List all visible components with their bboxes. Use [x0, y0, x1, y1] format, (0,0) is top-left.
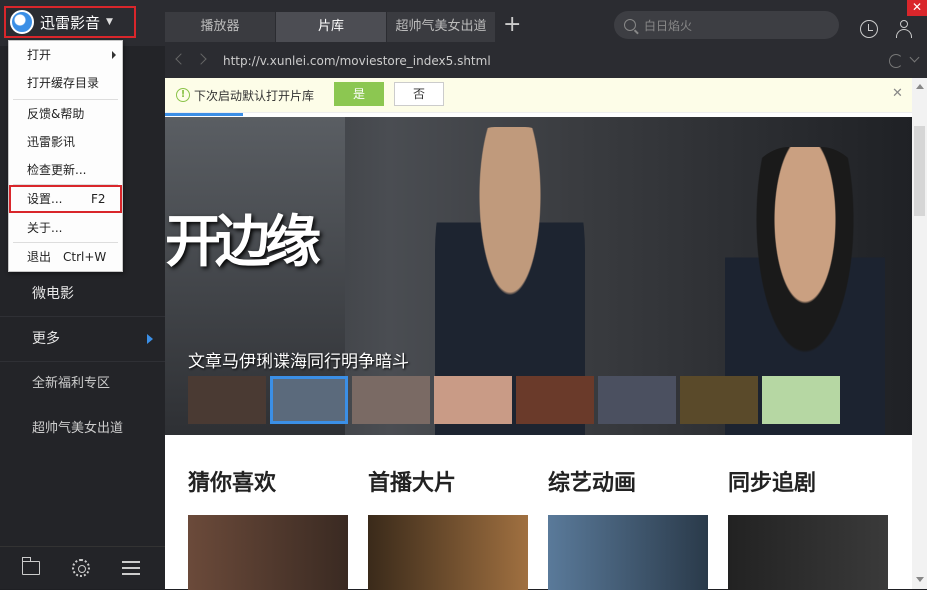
chevron-right-icon — [112, 51, 116, 59]
menu-item-feedback[interactable]: 反馈&帮助 — [9, 100, 122, 128]
movie-poster[interactable] — [368, 515, 528, 590]
back-icon[interactable] — [175, 53, 187, 65]
banner-thumb-selected[interactable] — [270, 376, 348, 424]
new-tab-button[interactable]: + — [503, 12, 521, 37]
menu-item-label: 关于... — [27, 221, 63, 235]
menu-item-open-cache[interactable]: 打开缓存目录 — [9, 69, 122, 97]
menu-item-about[interactable]: 关于... — [9, 214, 122, 242]
no-button[interactable]: 否 — [394, 82, 444, 106]
forward-icon[interactable] — [195, 53, 207, 65]
vertical-scrollbar[interactable] — [912, 78, 927, 589]
banner-caption[interactable]: 文章马伊琍谍海同行明争暗斗 — [188, 347, 409, 372]
refresh-icon[interactable] — [889, 54, 903, 68]
app-menu-button[interactable]: 迅雷影音 ▼ — [4, 6, 136, 38]
search-icon — [624, 19, 636, 31]
history-icon[interactable] — [860, 20, 878, 38]
section-variety-anime: 综艺动画 — [548, 465, 636, 497]
tab-player[interactable]: 播放器 — [165, 12, 275, 42]
category-sections: 猜你喜欢 首播大片 综艺动画 同步追剧 — [165, 435, 912, 590]
sidebar-item-more[interactable]: 更多 — [0, 317, 165, 361]
banner-thumb[interactable] — [516, 376, 594, 424]
banner-thumb[interactable] — [762, 376, 840, 424]
section-title[interactable]: 猜你喜欢 — [188, 465, 276, 497]
scroll-down-icon[interactable] — [916, 577, 924, 582]
hero-banner[interactable]: 开边缘 文章马伊琍谍海同行明争暗斗 — [165, 117, 912, 435]
close-window-button[interactable]: ✕ — [907, 0, 927, 16]
user-icon[interactable] — [895, 20, 913, 38]
menu-item-open[interactable]: 打开 — [9, 41, 122, 69]
folder-icon[interactable] — [21, 557, 40, 575]
app-dropdown-menu: 打开 打开缓存目录 反馈&帮助 迅雷影讯 检查更新... 设置... F2 关于… — [8, 40, 123, 272]
menu-item-label: 退出 — [27, 250, 52, 264]
chevron-down-icon[interactable] — [909, 52, 920, 63]
info-icon: ! — [176, 88, 190, 102]
sidebar-item-debut[interactable]: 超帅气美女出道 — [0, 407, 165, 451]
sidebar-toolbar — [0, 546, 165, 589]
section-title[interactable]: 综艺动画 — [548, 465, 636, 497]
sidebar-item-label: 全新福利专区 — [32, 376, 111, 391]
banner-title: 开边缘 — [165, 209, 321, 275]
loading-indicator — [165, 113, 243, 116]
scroll-up-icon[interactable] — [916, 84, 924, 89]
menu-item-check-update[interactable]: 检查更新... — [9, 156, 122, 184]
movie-poster[interactable] — [188, 515, 348, 590]
menu-item-label: 打开缓存目录 — [27, 76, 100, 90]
address-bar: http://v.xunlei.com/moviestore_index5.sh… — [165, 46, 927, 78]
banner-thumb[interactable] — [434, 376, 512, 424]
close-icon[interactable]: ✕ — [892, 86, 903, 101]
main-content: http://v.xunlei.com/moviestore_index5.sh… — [165, 46, 927, 590]
xunlei-logo-icon — [10, 10, 34, 34]
section-guess-you-like: 猜你喜欢 — [188, 465, 276, 497]
banner-thumbnails — [188, 376, 840, 424]
menu-item-label: 反馈&帮助 — [27, 107, 85, 121]
list-icon[interactable] — [122, 561, 140, 575]
menu-item-label: 打开 — [27, 48, 52, 62]
sidebar-item-label: 微电影 — [32, 286, 74, 302]
menu-item-exit[interactable]: 退出 Ctrl+W — [9, 243, 122, 271]
banner-thumb[interactable] — [188, 376, 266, 424]
menu-item-shortcut: F2 — [91, 192, 106, 206]
section-sync-drama: 同步追剧 — [728, 465, 816, 497]
scroll-thumb[interactable] — [914, 126, 925, 216]
sidebar-item-welfare[interactable]: 全新福利专区 — [0, 362, 165, 406]
sidebar-item-label: 更多 — [32, 331, 60, 347]
chevron-right-icon — [147, 334, 153, 344]
url-field[interactable]: http://v.xunlei.com/moviestore_index5.sh… — [223, 54, 491, 68]
sidebar-item-micro-film[interactable]: 微电影 — [0, 272, 165, 316]
tab-page[interactable]: 超帅气美女出道 — [387, 12, 495, 42]
notice-text: 下次启动默认打开片库 — [194, 89, 315, 103]
gear-icon[interactable] — [72, 559, 90, 577]
section-title[interactable]: 同步追剧 — [728, 465, 816, 497]
menu-item-label: 迅雷影讯 — [27, 135, 76, 149]
menu-item-label: 设置... — [27, 192, 63, 206]
search-box[interactable]: 白日焰火 — [614, 11, 839, 39]
chevron-down-icon: ▼ — [106, 17, 113, 27]
menu-item-label: 检查更新... — [27, 163, 87, 177]
movie-poster[interactable] — [548, 515, 708, 590]
title-bar: 迅雷影音 ▼ 播放器 片库 超帅气美女出道 + 白日焰火 ✕ — [0, 0, 927, 46]
banner-thumb[interactable] — [352, 376, 430, 424]
menu-item-shortcut: Ctrl+W — [63, 250, 107, 264]
section-title[interactable]: 首播大片 — [368, 465, 456, 497]
banner-thumb[interactable] — [680, 376, 758, 424]
sidebar-item-label: 超帅气美女出道 — [32, 421, 124, 436]
yes-button[interactable]: 是 — [334, 82, 384, 106]
section-premiere: 首播大片 — [368, 465, 456, 497]
menu-item-news[interactable]: 迅雷影讯 — [9, 128, 122, 156]
search-input[interactable]: 白日焰火 — [644, 17, 692, 34]
menu-item-settings[interactable]: 设置... F2 — [9, 185, 122, 213]
movie-poster[interactable] — [728, 515, 888, 590]
tab-library[interactable]: 片库 — [276, 12, 386, 42]
notice-bar: ! 下次启动默认打开片库 是 否 ✕ — [165, 78, 912, 113]
app-title: 迅雷影音 — [40, 13, 101, 32]
tab-bar: 播放器 片库 超帅气美女出道 — [165, 12, 496, 42]
banner-thumb[interactable] — [598, 376, 676, 424]
